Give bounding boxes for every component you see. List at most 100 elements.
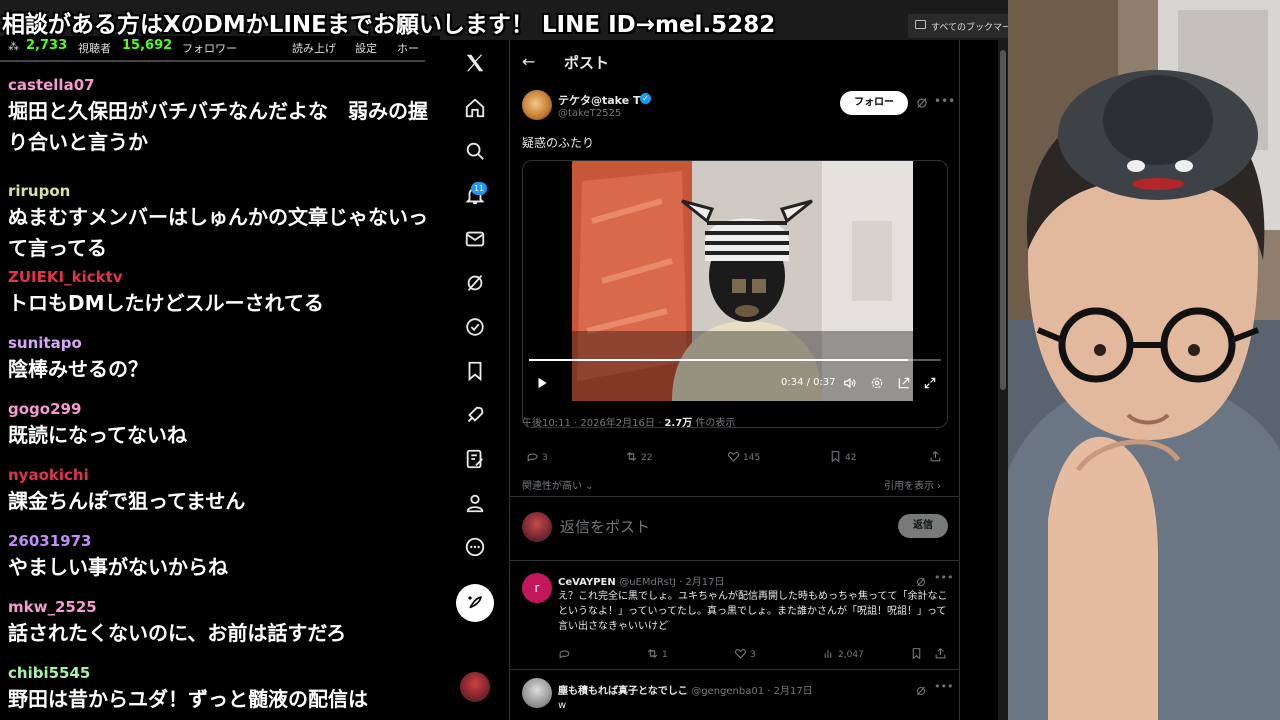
more-icon[interactable] xyxy=(464,536,486,558)
video-player[interactable]: 0:34 / 0:37 xyxy=(522,160,948,428)
account-avatar[interactable] xyxy=(460,672,490,702)
grok-icon[interactable] xyxy=(915,95,929,109)
followers-count: 15,692 xyxy=(122,38,173,53)
reply-count-value: 3 xyxy=(542,453,548,463)
grok-icon[interactable] xyxy=(915,573,927,587)
reply-button[interactable]: 返信 xyxy=(898,514,948,538)
like-count[interactable]: 145 xyxy=(727,450,760,463)
grok-icon[interactable] xyxy=(464,272,486,294)
chat-username[interactable]: 26031973 xyxy=(8,532,428,550)
x-logo[interactable] xyxy=(464,52,486,74)
bookmarks-icon[interactable] xyxy=(464,360,486,382)
reply-count[interactable] xyxy=(558,647,574,660)
verified-orgs-icon[interactable] xyxy=(464,316,486,338)
chat-message: 26031973 やましい事がないからね xyxy=(8,532,428,583)
home-button[interactable]: ホー xyxy=(397,40,419,56)
chat-message: rirupon ぬまむすメンバーはしゅんかの文章じゃないって言ってる xyxy=(8,182,428,264)
reply-avatar[interactable]: r xyxy=(522,573,552,603)
reply-author[interactable]: CeVAYPEN @uEMdRstJ · 2月17日 xyxy=(558,573,725,588)
verified-badge-icon: ✓ xyxy=(640,93,651,104)
top-banner: 相談がある方はXのDMかLINEまでお願いします！ LINE ID→mel.52… xyxy=(0,0,1020,40)
chat-message-text: 陰棒みせるの？ xyxy=(8,357,148,381)
chat-username[interactable]: mkw_2525 xyxy=(8,598,428,616)
settings-gear-icon[interactable] xyxy=(870,375,884,389)
more-options-icon[interactable]: ••• xyxy=(934,680,953,693)
play-icon[interactable] xyxy=(535,375,549,389)
author-handle[interactable]: @takeT2525 xyxy=(558,108,621,119)
fullscreen-icon[interactable] xyxy=(923,375,937,389)
author-name[interactable]: テケタ@take T xyxy=(558,92,641,108)
video-frame[interactable] xyxy=(572,161,913,401)
more-options-icon[interactable]: ••• xyxy=(934,571,953,584)
reply-text: w xyxy=(558,700,567,711)
pip-icon[interactable] xyxy=(897,375,911,389)
back-arrow-icon[interactable]: ← xyxy=(522,52,535,71)
video-progress-fill xyxy=(529,359,909,361)
reply-author-name: 塵も積もれば真子となでしこ xyxy=(558,686,688,697)
reply-item[interactable]: r CeVAYPEN @uEMdRstJ · 2月17日 ••• え？これ完全に… xyxy=(510,561,959,669)
webcam-feed xyxy=(1008,0,1280,720)
chat-username[interactable]: nyaokichi xyxy=(8,466,428,484)
chat-message: chibi5545 野田は昔からユダ！ずっと髄液の配信は xyxy=(8,664,428,715)
chat-message: sunitapo 陰棒みせるの？ xyxy=(8,334,428,385)
chat-username[interactable]: rirupon xyxy=(8,182,428,200)
share-icon[interactable] xyxy=(934,647,950,660)
post-timestamp[interactable]: 午後10:11 · 2026年2月16日 · xyxy=(522,418,664,429)
more-options-icon[interactable]: ••• xyxy=(934,94,955,108)
chat-message-text: ぬまむすメンバーはしゅんかの文章じゃないって言ってる xyxy=(8,205,428,260)
chat-message-text: 堀田と久保田がバチバチなんだよな 弱みの握り合いと言うか xyxy=(8,99,428,154)
video-progress-bar[interactable] xyxy=(529,359,941,361)
like-count[interactable]: 3 xyxy=(734,647,756,660)
page-scrollbar[interactable] xyxy=(998,40,1008,720)
author-avatar[interactable] xyxy=(522,90,552,120)
chat-username[interactable]: chibi5545 xyxy=(8,664,428,682)
profile-icon[interactable] xyxy=(464,492,486,514)
chat-message-text: 課金ちんぽで狙ってません xyxy=(8,489,246,513)
reply-author[interactable]: 塵も積もれば真子となでしこ @gengenba01 · 2月17日 xyxy=(558,682,813,697)
bookmark-icon[interactable] xyxy=(910,647,926,660)
chat-username[interactable]: gogo299 xyxy=(8,400,428,418)
chat-username[interactable]: sunitapo xyxy=(8,334,428,352)
viewers-icon: ⁂ xyxy=(8,40,19,53)
follow-button[interactable]: フォロー xyxy=(840,91,908,115)
repost-count[interactable]: 1 xyxy=(646,647,668,660)
repost-count[interactable]: 22 xyxy=(625,450,652,463)
post-header: ← ポスト xyxy=(510,40,959,84)
reply-input[interactable]: 返信をポスト xyxy=(560,516,650,537)
chat-message: gogo299 既読になってないね xyxy=(8,400,428,451)
like-count-value: 3 xyxy=(750,650,756,660)
search-icon[interactable] xyxy=(464,140,486,162)
reply-item[interactable]: 塵も積もれば真子となでしこ @gengenba01 · 2月17日 ••• w xyxy=(510,670,959,720)
divider xyxy=(510,496,959,497)
chat-message: castella07 堀田と久保田がバチバチなんだよな 弱みの握り合いと言うか xyxy=(8,76,428,158)
rocket-icon[interactable] xyxy=(464,404,486,426)
chat-message: ZUIEKI_kicktv トロもDMしたけどスルーされてる xyxy=(8,268,428,319)
post-meta: 午後10:11 · 2026年2月16日 · 2.7万 件の表示 xyxy=(522,414,735,429)
sort-relevance-dropdown[interactable]: 関連性が高い ⌄ xyxy=(522,477,594,492)
chat-username[interactable]: ZUIEKI_kicktv xyxy=(8,268,428,286)
reply-avatar[interactable] xyxy=(522,678,552,708)
view-quotes-link[interactable]: 引用を表示 › xyxy=(884,477,941,492)
scrollbar-thumb[interactable] xyxy=(1000,50,1006,390)
read-aloud-button[interactable]: 読み上げ xyxy=(292,40,336,56)
chat-username[interactable]: castella07 xyxy=(8,76,428,94)
notification-badge: 11 xyxy=(471,182,487,195)
home-icon[interactable] xyxy=(464,97,486,119)
messages-icon[interactable] xyxy=(464,228,486,250)
bookmark-count[interactable]: 42 xyxy=(829,450,856,463)
share-icon[interactable] xyxy=(929,450,945,463)
video-time: 0:34 / 0:37 xyxy=(781,377,836,388)
view-count[interactable]: 2,047 xyxy=(822,647,864,660)
all-bookmarks-link[interactable]: すべてのブックマーク xyxy=(931,20,1020,33)
compose-post-button[interactable] xyxy=(456,584,494,622)
reply-author-handle: @uEMdRstJ · 2月17日 xyxy=(619,577,725,588)
post-text: 疑惑のふたり xyxy=(522,136,595,150)
like-count-value: 145 xyxy=(743,453,761,463)
settings-button[interactable]: 設定 xyxy=(355,40,377,56)
chat-message-text: 野田は昔からユダ！ずっと髄液の配信は xyxy=(8,687,368,711)
volume-icon[interactable] xyxy=(843,375,857,389)
viewers-label: 視聴者 xyxy=(78,42,111,55)
edit-list-icon[interactable] xyxy=(464,448,486,470)
reply-count[interactable]: 3 xyxy=(526,450,548,463)
grok-icon[interactable] xyxy=(915,682,927,696)
